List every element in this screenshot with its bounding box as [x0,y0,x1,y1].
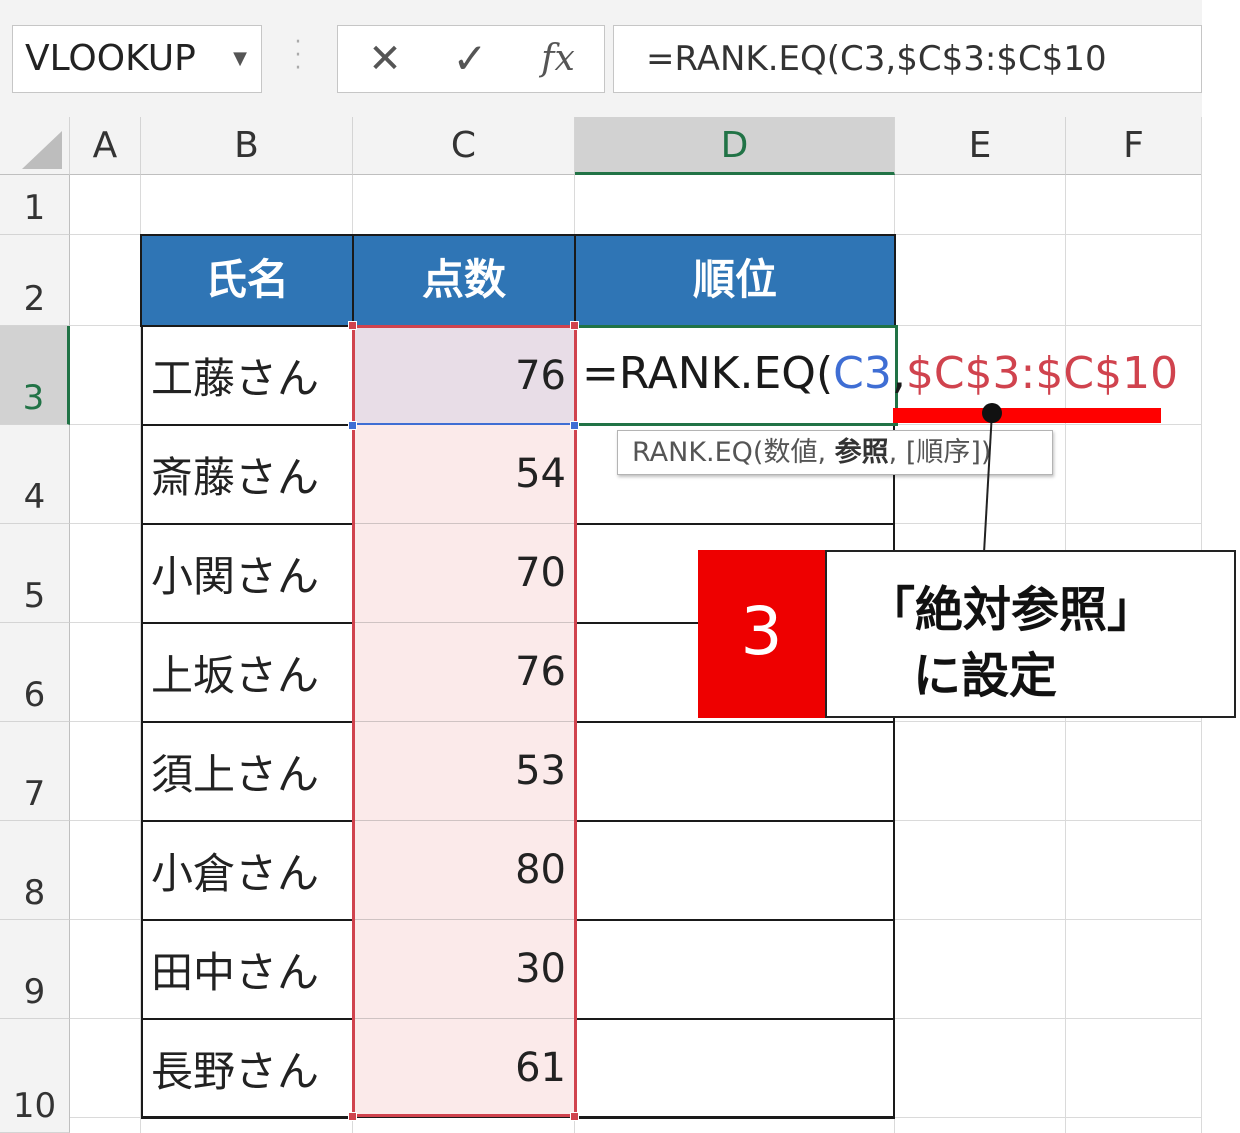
annotation-callout: 「絶対参照」 に設定 [825,550,1236,718]
cell-d10[interactable] [575,1019,895,1119]
range-handle[interactable] [348,421,357,430]
column-header-b[interactable]: B [141,117,353,175]
tooltip-arg-ref[interactable]: 参照 [835,437,889,468]
insert-function-icon[interactable]: fx [523,26,593,92]
header-rank[interactable]: 順位 [574,234,896,327]
annotation-underline [893,408,1161,423]
callout-line-1: 「絶対参照」 [867,582,1156,638]
cell-b3[interactable]: 工藤さん [141,326,354,426]
row-header-2[interactable]: 2 [0,235,70,326]
cell-b6[interactable]: 上坂さん [141,623,354,723]
row-header-10[interactable]: 10 [0,1019,70,1133]
select-all-icon [22,131,62,169]
cell-edit-formula[interactable]: =RANK.EQ(C3,$C$3:$C$10 [582,344,1178,404]
cell-d8[interactable] [575,821,895,921]
row-header-6[interactable]: 6 [0,623,70,722]
cell-b8[interactable]: 小倉さん [141,821,354,921]
cell-b4[interactable]: 斎藤さん [141,425,354,525]
row-header-3[interactable]: 3 [0,326,70,425]
reference-range-c3-c10 [352,325,577,1117]
confirm-icon[interactable]: ✓ [435,26,505,92]
formula-input[interactable]: =RANK.EQ(C3,$C$3:$C$10 [613,25,1202,93]
header-name[interactable]: 氏名 [140,234,354,327]
row-header-8[interactable]: 8 [0,821,70,920]
row-header-9[interactable]: 9 [0,920,70,1019]
column-header-e[interactable]: E [895,117,1066,175]
cell-b5[interactable]: 小関さん [141,524,354,624]
tooltip-function[interactable]: RANK.EQ( [632,437,763,468]
range-handle[interactable] [570,421,579,430]
row-header-1[interactable]: 1 [0,175,70,235]
range-handle[interactable] [570,321,579,330]
range-handle[interactable] [570,1112,579,1121]
formula-actions: ✕ ✓ fx [337,25,605,93]
row-header-5[interactable]: 5 [0,524,70,623]
range-handle[interactable] [348,321,357,330]
range-handle[interactable] [348,1112,357,1121]
formula-comma: , [891,348,906,399]
drag-handle-icon[interactable]: · · · [290,32,306,80]
column-header-d[interactable]: D [575,117,895,175]
row-header-4[interactable]: 4 [0,425,70,524]
tooltip-separator: , [888,437,906,468]
formula-ref-range: $C$3:$C$10 [905,348,1179,399]
formula-prefix: =RANK.EQ( [582,348,834,399]
formula-ref-c3: C3 [833,348,892,399]
select-all-corner[interactable] [0,117,70,175]
row-header-7[interactable]: 7 [0,722,70,821]
tooltip-separator: , [817,437,835,468]
cell-d9[interactable] [575,920,895,1020]
column-header-a[interactable]: A [70,117,141,175]
cell-b9[interactable]: 田中さん [141,920,354,1020]
cell-b7[interactable]: 須上さん [141,722,354,822]
cell-b10[interactable]: 長野さん [141,1019,354,1119]
tooltip-arg-number[interactable]: 数値 [763,437,817,468]
name-box-value: VLOOKUP [25,38,196,79]
step-number-badge: 3 [698,550,825,718]
chevron-down-icon[interactable]: ▼ [233,26,247,92]
name-box[interactable]: VLOOKUP ▼ [12,25,262,93]
annotation-pointer-line [983,411,993,554]
cell-d7[interactable] [575,722,895,822]
callout-line-2: に設定 [913,648,1058,704]
annotation-dot [982,403,1002,423]
cancel-icon[interactable]: ✕ [350,26,420,92]
column-header-f[interactable]: F [1066,117,1202,175]
header-score[interactable]: 点数 [352,234,576,327]
column-header-c[interactable]: C [353,117,575,175]
